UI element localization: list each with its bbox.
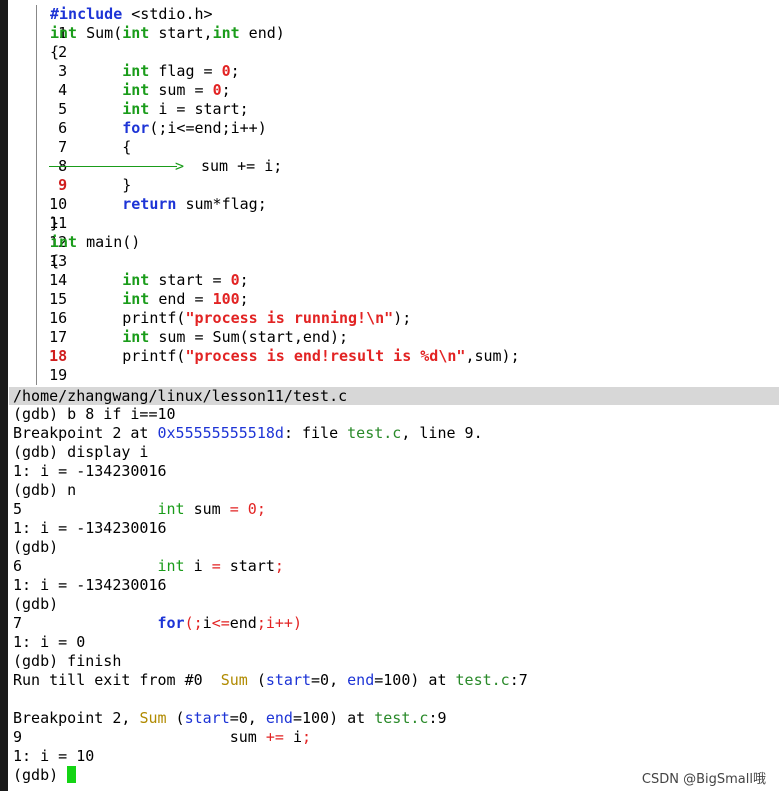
console-line: (gdb) [13,595,59,613]
code-text: { [50,252,60,270]
console-line: Run till exit from #0 Sum (start=0, end=… [13,671,528,689]
code-text: int main() [50,233,141,251]
console-line: Breakpoint 2 at 0x55555555518d: file tes… [13,424,483,442]
console-line: Breakpoint 2, Sum (start=0, end=100) at … [13,709,447,727]
terminal-cursor [67,766,77,783]
source-line-current: 9 > sum += i; [9,157,779,194]
source-panel[interactable]: 1 #include <stdio.h> 2 int Sum(int start… [9,5,779,403]
code-text: sum += i; [201,157,283,175]
code-text: int sum = 0; [122,81,231,99]
code-text: int flag = 0; [122,62,240,80]
code-text: int end = 100; [122,290,249,308]
code-text: } [50,214,60,232]
code-text: int i = start; [122,100,249,118]
console-line: (gdb) [13,538,59,556]
source-line: 13 int main() [9,233,779,270]
source-line: 16 int end = 100; [9,290,779,327]
gdb-console[interactable]: (gdb) b 8 if i==10 Breakpoint 2 at 0x555… [13,405,779,785]
console-line: 1: i = 0 [13,633,86,651]
console-line: 6 int i = start; [13,557,284,575]
code-text: for(;i<=end;i++) [122,119,267,137]
console-line: 1: i = -134230016 [13,462,167,480]
console-line: (gdb) finish [13,652,122,670]
code-text: #include <stdio.h> [50,5,213,23]
source-line: 8 { [9,138,779,175]
source-line: 18 int sum = Sum(start,end); [9,328,779,365]
source-line: 6 int i = start; [9,100,779,137]
code-text: { [50,138,132,156]
console-line: (gdb) b 8 if i==10 [13,405,176,423]
source-line: 12 } [9,214,779,251]
source-line: 5 int sum = 0; [9,81,779,118]
code-text: { [50,43,60,61]
source-line: 20 [9,366,779,403]
window-left-edge [0,0,8,791]
source-line: 17 printf("process is running!\n"); [9,309,779,346]
csdn-watermark: CSDN @BigSmall哦 [641,772,766,787]
source-line: 11 return sum*flag; [9,195,779,232]
code-text: return sum*flag; [122,195,267,213]
code-text: } [50,176,132,194]
console-line: 1: i = 10 [13,747,95,765]
current-line-arrow-icon: > [49,157,194,176]
console-line: 1: i = -134230016 [13,519,167,537]
code-text: int Sum(int start,int end) [50,24,285,42]
source-line: 15 int start = 0; [9,271,779,308]
source-line: 19 printf("process is end!result is %d\n… [9,347,779,384]
file-name: test.c [347,424,402,442]
source-line: 1 #include <stdio.h> [9,5,779,42]
code-text: printf("process is end!result is %d\n",s… [50,347,520,365]
source-line: 3 { [9,43,779,80]
console-line: 5 int sum = 0; [13,500,266,518]
source-line: 4 int flag = 0; [9,62,779,99]
console-line: 1: i = -134230016 [13,576,167,594]
console-line: 9 sum += i; [13,728,312,746]
source-line: 2 int Sum(int start,int end) [9,24,779,61]
source-line: 14 { [9,252,779,289]
source-line: 10 } [9,176,779,213]
code-text: printf("process is running!\n"); [50,309,412,327]
console-line: (gdb) n [13,481,77,499]
source-file-status-bar: /home/zhangwang/linux/lesson11/test.c [9,387,779,405]
code-text: int sum = Sum(start,end); [122,328,349,346]
console-line: (gdb) display i [13,443,149,461]
breakpoint-address: 0x55555555518d [157,424,284,442]
console-line: 7 for(;i<=end;i++) [13,614,302,632]
code-text: int start = 0; [122,271,249,289]
source-line: 7 for(;i<=end;i++) [9,119,779,156]
